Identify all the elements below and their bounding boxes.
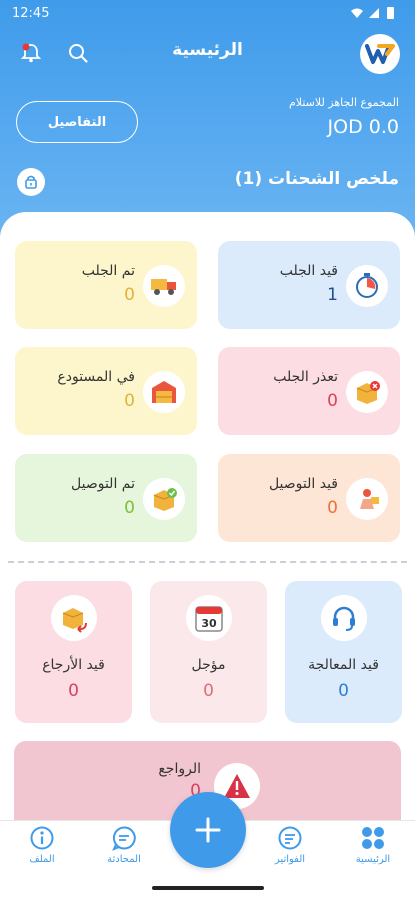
card-delivered[interactable]: تم التوصيل 0 xyxy=(15,454,197,542)
app-logo xyxy=(360,34,400,74)
tall-card-value: 0 xyxy=(68,681,79,701)
card-postponed[interactable]: 30 مؤجل 0 xyxy=(150,581,267,723)
status-icons xyxy=(351,7,394,19)
card-return-pending[interactable]: قيد الأرجاع 0 xyxy=(15,581,132,723)
section-divider xyxy=(8,561,407,563)
nav-invoices-label: الفواتير xyxy=(274,854,306,865)
card-value: 1 xyxy=(327,285,338,305)
nav-profile-label: الملف xyxy=(29,854,55,865)
stopwatch-icon xyxy=(346,265,388,307)
grid-icon xyxy=(362,827,384,849)
logo-icon xyxy=(365,44,395,64)
card-in-warehouse[interactable]: في المستودع 0 xyxy=(15,347,197,435)
lock-box-icon xyxy=(25,175,37,189)
nav-chat[interactable]: المحادثة xyxy=(89,825,159,875)
signal-icon xyxy=(369,8,379,18)
card-processing[interactable]: قيد المعالجة 0 xyxy=(285,581,402,723)
home-indicator[interactable] xyxy=(152,886,264,890)
card-value: 0 xyxy=(124,285,135,305)
card-out-for-delivery[interactable]: قيد التوصيل 0 xyxy=(218,454,400,542)
battery-icon xyxy=(387,7,394,19)
chat-icon xyxy=(112,826,136,851)
nav-profile[interactable]: الملف xyxy=(7,825,77,875)
card-value: 0 xyxy=(124,391,135,411)
delivery-truck-icon xyxy=(143,265,185,307)
calendar-icon: 30 xyxy=(186,595,232,641)
home-indicator-bar xyxy=(0,878,415,900)
status-time: 12:45 xyxy=(12,6,50,21)
balance-label: المجموع الجاهز للاستلام xyxy=(288,96,399,109)
card-label: تم الجلب xyxy=(81,263,135,279)
wifi-icon xyxy=(351,8,363,18)
nav-home-label: الرئيسية xyxy=(355,854,391,865)
returns-label: الرواجع xyxy=(158,761,201,777)
card-label: قيد التوصيل xyxy=(268,476,338,492)
content-panel: قيد الجلب 1 تم الجلب 0 تعذر الجلب 0 في ا… xyxy=(0,212,415,822)
status-bar: 12:45 xyxy=(0,0,415,28)
balance-value: JOD 0.0 xyxy=(327,116,399,138)
box-return-icon xyxy=(51,595,97,641)
card-label: تعذر الجلب xyxy=(273,369,338,385)
tall-card-label: قيد الأرجاع xyxy=(42,657,105,673)
details-button[interactable]: التفاصيل xyxy=(16,101,138,143)
nav-chat-label: المحادثة xyxy=(107,854,141,865)
add-shipment-button[interactable] xyxy=(170,792,246,868)
card-pickup-failed[interactable]: تعذر الجلب 0 xyxy=(218,347,400,435)
card-value: 0 xyxy=(327,498,338,518)
card-picked-up[interactable]: تم الجلب 0 xyxy=(15,241,197,329)
box-error-icon xyxy=(346,371,388,413)
summary-title: ملخص الشحنات (1) xyxy=(234,169,399,189)
nav-home[interactable]: الرئيسية xyxy=(338,825,408,875)
headset-icon xyxy=(321,595,367,641)
page-title: الرئيسية xyxy=(172,40,243,60)
box-check-icon xyxy=(143,478,185,520)
tall-card-value: 0 xyxy=(338,681,349,701)
card-value: 0 xyxy=(327,391,338,411)
info-icon xyxy=(30,826,54,850)
tall-card-label: مؤجل xyxy=(191,657,226,673)
tall-card-value: 0 xyxy=(203,681,214,701)
invoice-icon xyxy=(278,826,302,850)
summary-filter-button[interactable] xyxy=(17,168,45,196)
card-label: في المستودع xyxy=(57,369,135,385)
card-label: تم التوصيل xyxy=(71,476,135,492)
courier-icon xyxy=(346,478,388,520)
nav-invoices[interactable]: الفواتير xyxy=(255,825,325,875)
warehouse-icon xyxy=(143,371,185,413)
plus-icon xyxy=(195,817,221,843)
card-value: 0 xyxy=(124,498,135,518)
card-pickup-pending[interactable]: قيد الجلب 1 xyxy=(218,241,400,329)
tall-card-label: قيد المعالجة xyxy=(308,657,379,673)
calendar-day: 30 xyxy=(201,617,217,630)
card-label: قيد الجلب xyxy=(279,263,338,279)
